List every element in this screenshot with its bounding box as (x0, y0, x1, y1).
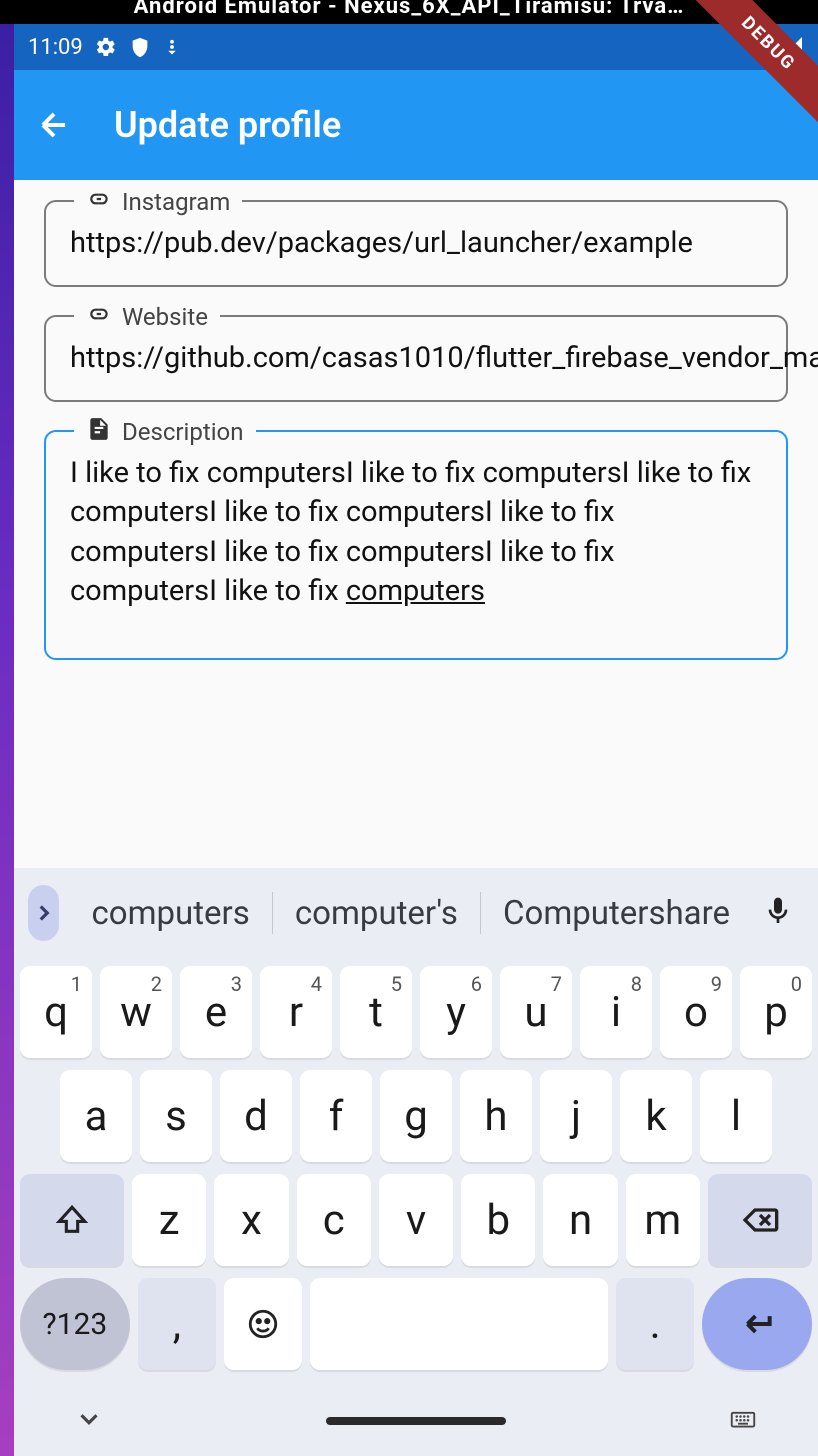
key-m[interactable]: m (626, 1174, 700, 1266)
wallpaper-edge (0, 24, 14, 1456)
gesture-pill[interactable] (326, 1417, 506, 1425)
key-a[interactable]: a (60, 1070, 132, 1162)
key-z[interactable]: z (132, 1174, 206, 1266)
emoji-key[interactable] (224, 1278, 302, 1370)
enter-key[interactable] (702, 1278, 812, 1370)
key-k[interactable]: k (620, 1070, 692, 1162)
hide-keyboard-button[interactable] (74, 1404, 104, 1438)
system-nav-bar (14, 1386, 818, 1456)
key-f[interactable]: f (300, 1070, 372, 1162)
switch-keyboard-button[interactable] (728, 1404, 758, 1438)
key-g[interactable]: g (380, 1070, 452, 1162)
suggestion-2[interactable]: computer's (273, 886, 480, 940)
gear-icon (95, 36, 117, 58)
key-l[interactable]: l (700, 1070, 772, 1162)
key-c[interactable]: c (297, 1174, 371, 1266)
key-n[interactable]: n (543, 1174, 617, 1266)
key-e[interactable]: 3e (180, 966, 252, 1058)
key-o[interactable]: 9o (660, 966, 732, 1058)
key-d[interactable]: d (220, 1070, 292, 1162)
app-bar: DEBUG Update profile (14, 70, 818, 180)
key-q[interactable]: 1q (20, 966, 92, 1058)
key-i[interactable]: 8i (580, 966, 652, 1058)
status-time: 11:09 (28, 35, 83, 60)
key-v[interactable]: v (379, 1174, 453, 1266)
voice-input-button[interactable] (752, 895, 804, 931)
suggestion-3[interactable]: Computershare (481, 886, 752, 940)
instagram-label: Instagram (74, 186, 242, 218)
key-r[interactable]: 4r (260, 966, 332, 1058)
period-key[interactable]: . (616, 1278, 694, 1370)
more-notifications-icon (163, 38, 181, 56)
key-t[interactable]: 5t (340, 966, 412, 1058)
description-composing-word: computers (346, 574, 485, 608)
description-field[interactable]: Description I like to fix computersI lik… (44, 430, 788, 660)
website-label: Website (74, 301, 220, 333)
key-s[interactable]: s (140, 1070, 212, 1162)
device-frame: 11:09 DEBUG (14, 24, 818, 1456)
form-content: Instagram https://pub.dev/packages/url_l… (14, 180, 818, 868)
website-field[interactable]: Website https://github.com/casas1010/flu… (44, 315, 788, 402)
link-icon (86, 186, 112, 218)
instagram-field[interactable]: Instagram https://pub.dev/packages/url_l… (44, 200, 788, 287)
page-title: Update profile (114, 104, 341, 146)
key-h[interactable]: h (460, 1070, 532, 1162)
back-button[interactable] (34, 105, 74, 145)
link-icon (86, 301, 112, 333)
key-w[interactable]: 2w (100, 966, 172, 1058)
space-key[interactable] (310, 1278, 608, 1370)
document-icon (86, 416, 112, 448)
key-y[interactable]: 6y (420, 966, 492, 1058)
symbols-key[interactable]: ?123 (20, 1278, 130, 1370)
key-x[interactable]: x (214, 1174, 288, 1266)
key-u[interactable]: 7u (500, 966, 572, 1058)
status-bar: 11:09 (14, 24, 818, 70)
key-b[interactable]: b (461, 1174, 535, 1266)
backspace-key[interactable] (708, 1174, 812, 1266)
shift-key[interactable] (20, 1174, 124, 1266)
soft-keyboard: 1q2w3e4r5t6y7u8i9o0p asdfghjkl zxcvbnm ?… (14, 958, 818, 1386)
suggestion-1[interactable]: computers (69, 886, 271, 940)
key-p[interactable]: 0p (740, 966, 812, 1058)
description-label: Description (74, 416, 256, 448)
expand-suggestions-button[interactable] (28, 885, 59, 941)
emulator-title-bar: Android Emulator - Nexus_6X_API_Tiramisu… (0, 0, 818, 24)
keyboard-suggestion-bar: computers computer's Computershare (14, 868, 818, 958)
description-input[interactable]: I like to fix computersI like to fix com… (44, 430, 788, 660)
key-j[interactable]: j (540, 1070, 612, 1162)
shield-icon (129, 36, 151, 58)
comma-key[interactable]: , (138, 1278, 216, 1370)
